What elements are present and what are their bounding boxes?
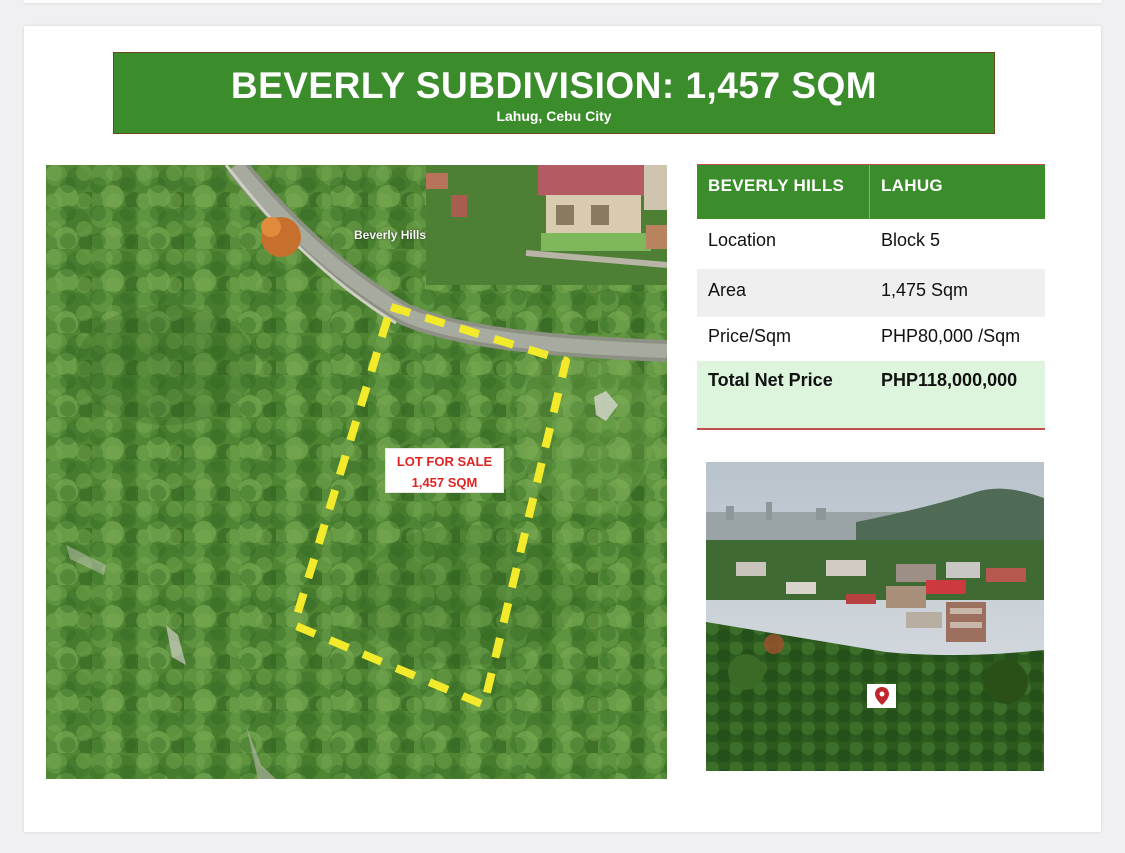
row-label: Price/Sqm: [708, 326, 792, 346]
table-row: Price/Sqm PHP80,000 /Sqm: [697, 317, 1045, 361]
location-pin-marker: [867, 684, 896, 708]
property-details-table: BEVERLY HILLS LAHUG Location Block 5 Are…: [697, 164, 1045, 430]
city-view-drawing: [706, 462, 1044, 771]
map-pin-icon: [874, 687, 889, 705]
row-value: 1,475 Sqm: [881, 280, 969, 300]
header-subdivision: BEVERLY HILLS: [697, 165, 870, 219]
sale-label-line2: 1,457 SQM: [411, 475, 478, 490]
previous-page-edge: [24, 0, 1101, 3]
city-view-photo: [706, 462, 1044, 771]
aerial-lot-photo: Beverly Hills LOT FOR SALE 1,457 SQM: [46, 165, 667, 779]
listing-title: BEVERLY SUBDIVISION: 1,457 SQM: [230, 65, 878, 106]
table-row: Location Block 5: [697, 219, 1045, 269]
table-row: Area 1,475 Sqm: [697, 269, 1045, 317]
title-banner: BEVERLY SUBDIVISION: 1,457 SQM Lahug, Ce…: [113, 52, 995, 134]
row-label: Total Net Price: [708, 370, 833, 390]
total-price-row: Total Net Price PHP118,000,000: [697, 361, 1045, 428]
aerial-photo-drawing: [46, 165, 667, 779]
table-header-row: BEVERLY HILLS LAHUG: [697, 165, 1045, 219]
sale-label-line1: LOT FOR SALE: [396, 454, 493, 469]
row-value: Block 5: [881, 230, 941, 250]
listing-location: Lahug, Cebu City: [496, 108, 612, 124]
beverly-hills-label: Beverly Hills: [354, 228, 427, 242]
row-value: PHP118,000,000: [881, 370, 1018, 390]
lot-for-sale-label: LOT FOR SALE 1,457 SQM: [385, 448, 504, 493]
row-label: Location: [708, 230, 777, 250]
header-area: LAHUG: [881, 176, 943, 195]
row-value: PHP80,000 /Sqm: [881, 326, 1021, 346]
listing-slide: BEVERLY SUBDIVISION: 1,457 SQM Lahug, Ce…: [24, 26, 1101, 832]
row-label: Area: [708, 280, 747, 300]
